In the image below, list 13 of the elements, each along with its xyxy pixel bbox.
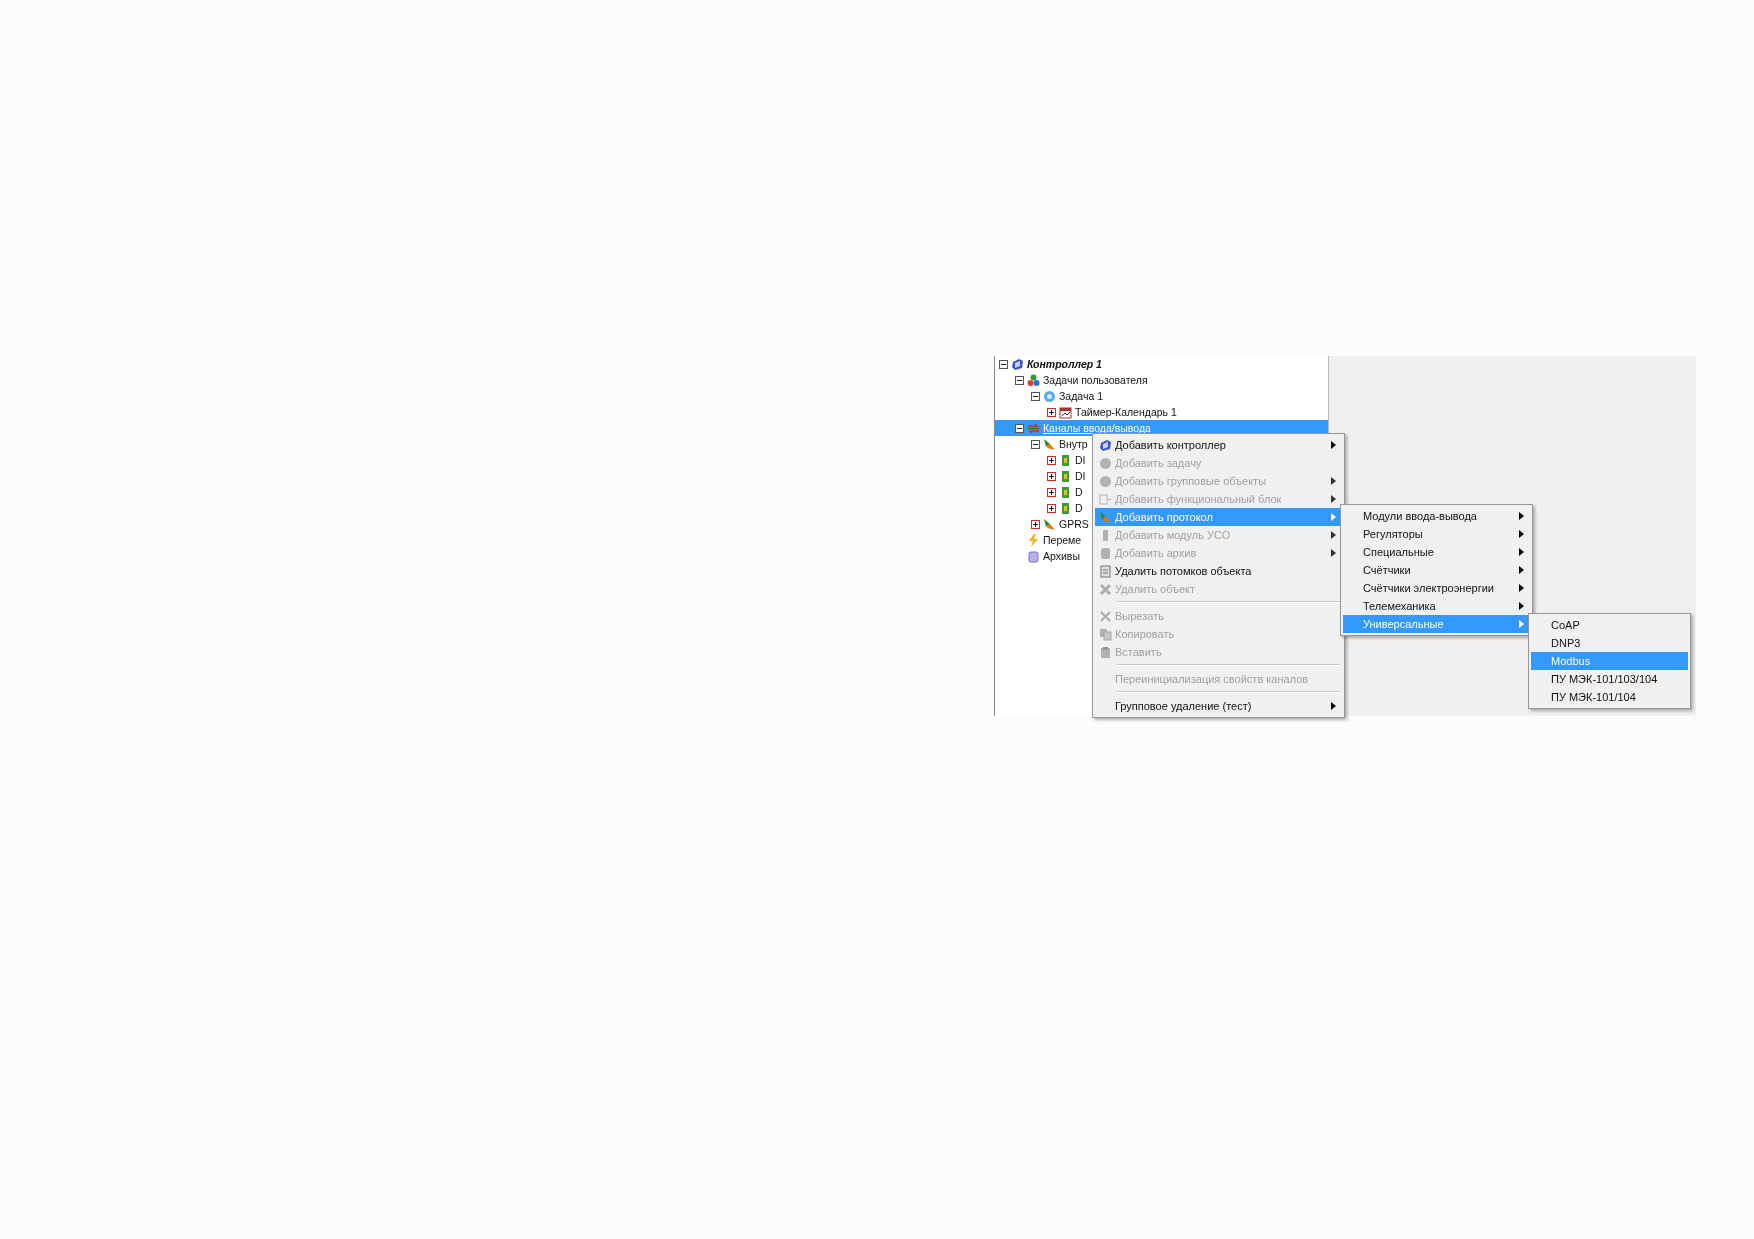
tree-item-label: DI [1075, 470, 1086, 482]
tree-item-label: DI [1075, 454, 1086, 466]
tree-item-label: Архивы [1043, 550, 1080, 562]
tree-item-label: Таймер-Календарь 1 [1075, 406, 1177, 418]
tree-item-label: Внутр [1059, 438, 1088, 450]
tree-item-label: D [1075, 502, 1083, 514]
tree-item-label: GPRS [1059, 518, 1089, 530]
tree-item-label: Задача 1 [1059, 390, 1103, 402]
tree-item-label: Каналы ввода/вывода [1043, 422, 1151, 434]
tree-item-label: Переме [1043, 534, 1082, 546]
tree-item-label: Задачи пользователя [1043, 374, 1148, 386]
tree-item-label: Контроллер 1 [1027, 358, 1102, 370]
tree-item-label: D [1075, 486, 1083, 498]
